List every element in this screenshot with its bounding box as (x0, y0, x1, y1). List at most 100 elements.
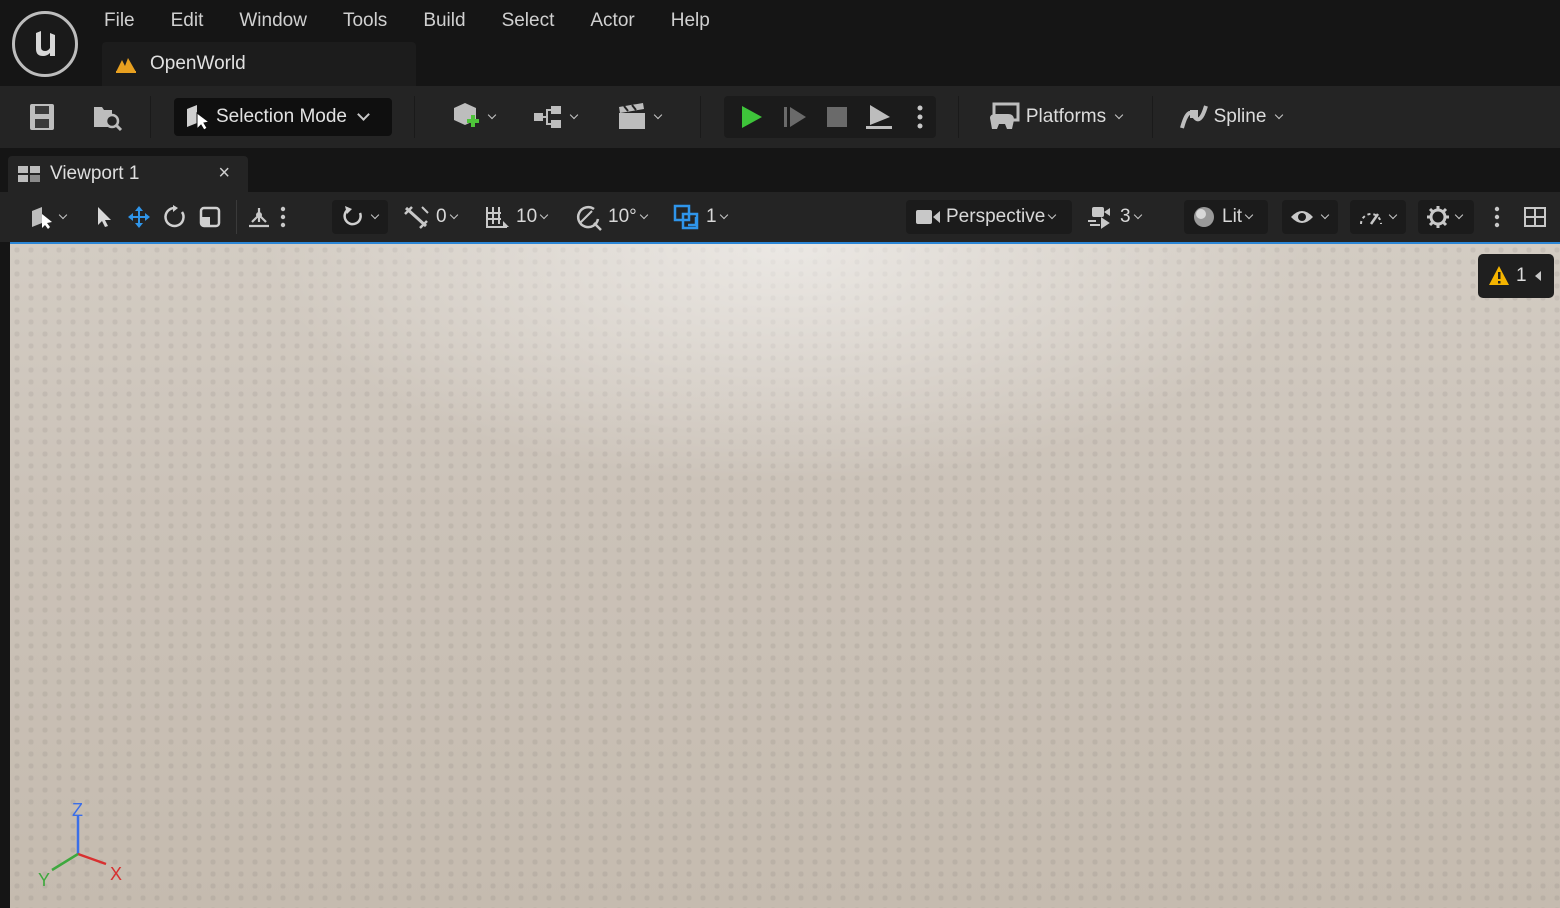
advance-frame-button[interactable] (776, 100, 814, 134)
lit-sphere-icon (1194, 207, 1214, 227)
chevron-down-icon (1320, 210, 1330, 220)
translate-tool-button[interactable] (124, 200, 154, 234)
grid-snap-dropdown[interactable]: 10 (480, 200, 560, 234)
menu-select[interactable]: Select (484, 4, 573, 38)
chevron-down-icon (487, 110, 497, 120)
camera-speed-value: 3 (1120, 206, 1131, 227)
eject-button[interactable] (860, 100, 898, 134)
perspective-dropdown[interactable]: Perspective (906, 200, 1072, 234)
axis-gizmo: Z X Y (38, 800, 122, 890)
axis-z-label: Z (72, 800, 83, 820)
menu-file[interactable]: File (86, 4, 153, 38)
cinematics-button[interactable] (608, 98, 668, 136)
chevron-down-icon (569, 110, 579, 120)
translate-snap-icon (404, 206, 429, 229)
tab-viewport-1[interactable]: Viewport 1 × (8, 156, 248, 192)
warning-badge[interactable]: 1 (1478, 254, 1554, 298)
spline-dropdown[interactable]: Spline (1172, 98, 1288, 136)
stop-button[interactable] (818, 100, 856, 134)
chevron-down-icon (1275, 110, 1284, 120)
settings-dropdown[interactable] (1418, 200, 1474, 234)
viewport-icon (18, 166, 40, 182)
play-button[interactable] (732, 100, 770, 134)
select-tool-button[interactable] (90, 200, 118, 234)
chevron-down-icon (1454, 210, 1464, 220)
viewport-options-button[interactable] (1488, 200, 1508, 234)
selection-mode-icon (32, 207, 52, 229)
transform-mode-dropdown[interactable] (24, 200, 76, 234)
rotate-tool-button[interactable] (160, 200, 190, 234)
platforms-icon (989, 102, 1020, 129)
chevron-down-icon (1388, 210, 1398, 220)
rotate-icon (164, 205, 185, 228)
stop-icon (827, 107, 847, 127)
save-icon (30, 104, 54, 130)
close-icon[interactable]: × (218, 162, 230, 185)
viewport-toolbar: 0 10 10° 1 Perspective 3 Lit (0, 192, 1560, 242)
view-mode-dropdown[interactable]: Lit (1184, 200, 1268, 234)
level-tab[interactable]: OpenWorld (102, 42, 416, 86)
blueprint-icon (534, 106, 561, 128)
blueprint-button[interactable] (524, 98, 584, 136)
grid-snap-icon (486, 207, 509, 228)
surface-snap-button[interactable] (244, 200, 274, 234)
main-menu: File Edit Window Tools Build Select Acto… (86, 4, 728, 38)
chevron-left-icon (1534, 271, 1541, 281)
transform-options-button[interactable] (280, 200, 296, 234)
menu-build[interactable]: Build (405, 4, 483, 38)
more-vertical-icon (917, 105, 923, 129)
menu-help[interactable]: Help (653, 4, 728, 38)
level-icon (116, 58, 136, 73)
scale-snap-dropdown[interactable]: 1 (668, 200, 738, 234)
unreal-engine-logo-icon[interactable] (12, 11, 78, 77)
play-options-button[interactable] (906, 100, 934, 134)
toolbar-divider (236, 200, 237, 234)
title-bar: File Edit Window Tools Build Select Acto… (0, 0, 1560, 86)
axis-y-label: Y (38, 870, 50, 890)
rotation-snap-dropdown[interactable]: 10° (570, 200, 656, 234)
main-toolbar: Selection Mode Platforms Spline (0, 86, 1560, 148)
performance-dropdown[interactable] (1350, 200, 1406, 234)
perspective-label: Perspective (946, 206, 1046, 227)
content-browser-button[interactable] (88, 100, 128, 134)
menu-actor[interactable]: Actor (572, 4, 652, 38)
level-viewport[interactable]: 1 Z X Y (10, 244, 1560, 908)
spline-label: Spline (1213, 106, 1267, 127)
chevron-down-icon (719, 210, 728, 220)
selection-mode-dropdown[interactable]: Selection Mode (174, 98, 392, 136)
add-actor-button[interactable] (442, 98, 502, 136)
warning-count: 1 (1516, 265, 1527, 286)
chevron-down-icon (639, 210, 648, 220)
save-button[interactable] (24, 100, 60, 134)
level-name: OpenWorld (150, 53, 246, 74)
scale-snap-value: 1 (706, 206, 717, 227)
platforms-dropdown[interactable]: Platforms (980, 98, 1130, 136)
chevron-down-icon (1133, 210, 1142, 220)
rotation-snap-value: 10° (608, 206, 637, 227)
show-flags-dropdown[interactable] (1282, 200, 1338, 234)
layout-button[interactable] (1518, 200, 1552, 234)
view-mode-label: Lit (1222, 206, 1243, 227)
platforms-label: Platforms (1025, 106, 1107, 127)
selection-mode-icon (187, 105, 210, 131)
toolbar-divider (150, 96, 151, 138)
chevron-down-icon (58, 210, 68, 220)
menu-tools[interactable]: Tools (325, 4, 405, 38)
menu-edit[interactable]: Edit (153, 4, 222, 38)
eject-icon (866, 105, 892, 129)
scale-tool-button[interactable] (196, 200, 226, 234)
viewport-left-border (0, 244, 10, 908)
translate-snap-dropdown[interactable]: 0 (398, 200, 468, 234)
chevron-down-icon (449, 210, 458, 220)
chevron-down-icon (539, 210, 549, 220)
menu-window[interactable]: Window (221, 4, 325, 38)
camera-icon (916, 210, 940, 224)
tab-label: Viewport 1 (50, 163, 140, 184)
more-vertical-icon (1494, 206, 1500, 228)
chevron-down-icon (370, 210, 380, 220)
coordinate-space-dropdown[interactable] (332, 200, 388, 234)
advance-frame-icon (784, 107, 806, 127)
chevron-down-icon (1244, 210, 1254, 220)
surface-snap-icon (249, 208, 269, 228)
camera-speed-dropdown[interactable]: 3 (1082, 200, 1148, 234)
